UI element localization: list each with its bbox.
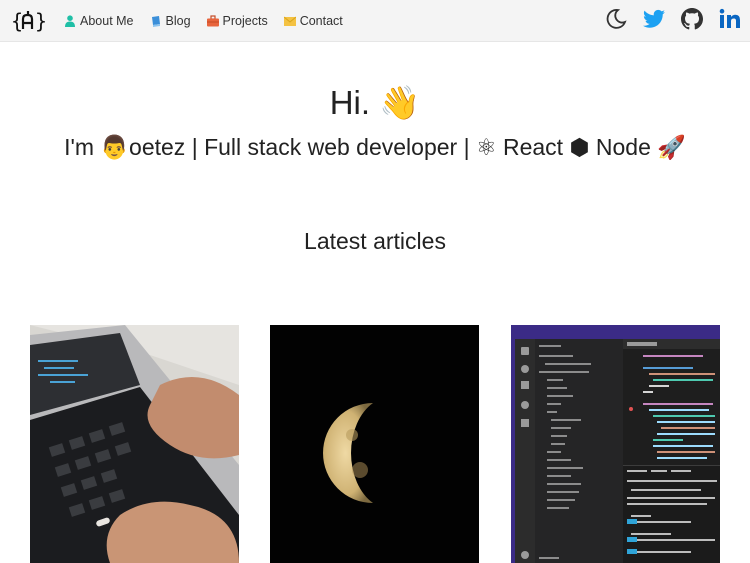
nav-blog[interactable]: Blog — [150, 14, 191, 28]
github-icon — [681, 7, 703, 35]
nav-blog-label: Blog — [165, 14, 191, 28]
nav-about-me-label: About Me — [80, 14, 134, 28]
hero-subtitle: I'm 👨oetez | Full stack web developer | … — [64, 134, 686, 160]
twitter-icon — [643, 9, 665, 34]
nav-right — [590, 0, 742, 42]
vscode-editor-screenshot — [511, 325, 720, 563]
laptop-typing-photo — [30, 325, 239, 563]
article-card[interactable] — [30, 325, 239, 563]
briefcase-icon — [206, 15, 219, 27]
linkedin-link[interactable] — [718, 8, 742, 35]
moon-icon — [605, 8, 627, 35]
user-icon — [64, 15, 76, 27]
theme-toggle-button[interactable] — [604, 8, 628, 35]
book-icon — [150, 15, 162, 27]
site-logo[interactable]: { } — [11, 7, 47, 35]
nav-about-me[interactable]: About Me — [64, 14, 134, 28]
nav-contact[interactable]: Contact — [283, 14, 343, 28]
moon-photo — [270, 325, 479, 563]
github-link[interactable] — [680, 7, 704, 35]
article-card[interactable] — [270, 325, 479, 563]
hero-title: Hi. 👋 — [329, 84, 421, 121]
nav-projects[interactable]: Projects — [206, 14, 268, 28]
navbar: { } About Me Blog Projects — [0, 0, 750, 42]
twitter-link[interactable] — [642, 9, 666, 33]
svg-text:}: } — [35, 9, 45, 33]
svg-text:{: { — [11, 9, 23, 33]
nav-contact-label: Contact — [299, 14, 343, 28]
latest-articles-heading: Latest articles — [304, 228, 446, 254]
nav-projects-label: Projects — [222, 14, 268, 28]
envelope-icon — [283, 15, 297, 27]
article-card[interactable] — [511, 325, 720, 563]
linkedin-icon — [719, 8, 741, 35]
nav-links: About Me Blog Projects Contact — [64, 0, 359, 42]
